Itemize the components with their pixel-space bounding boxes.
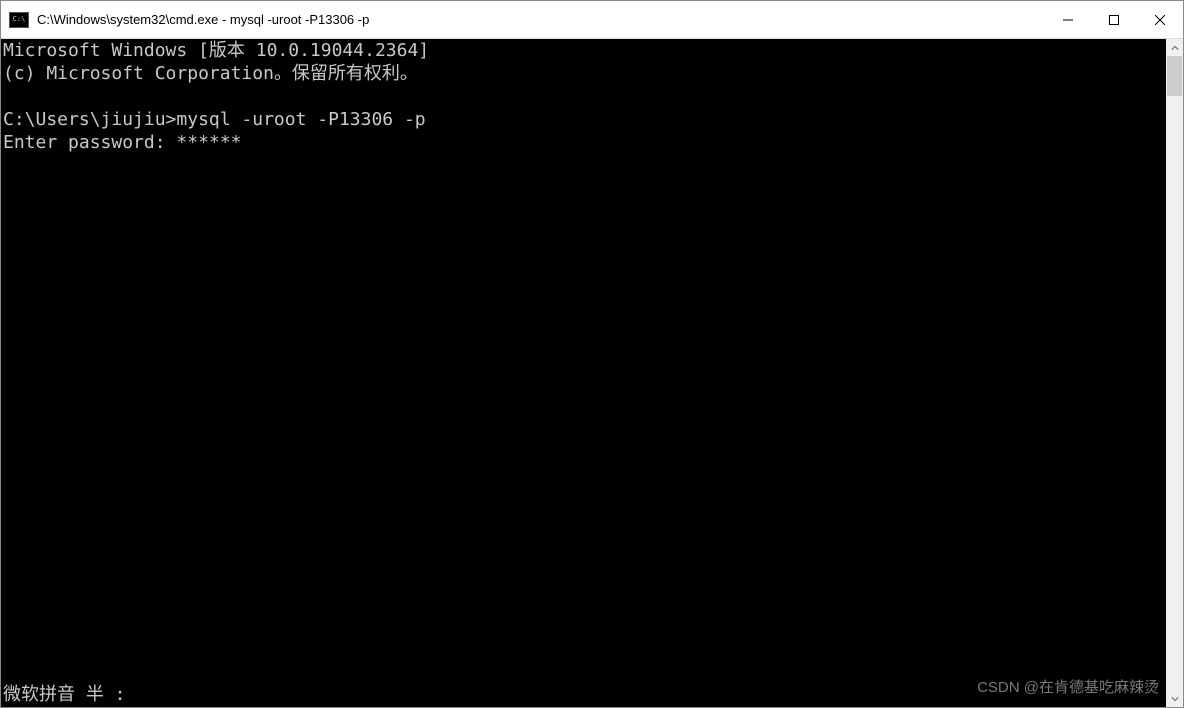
titlebar[interactable]: C:\Windows\system32\cmd.exe - mysql -uro… — [1, 1, 1183, 39]
ime-status-bar: 微软拼音 半 : — [3, 680, 126, 706]
minimize-icon — [1063, 15, 1073, 25]
ime-status-text: 微软拼音 半 : — [3, 684, 126, 705]
vertical-scrollbar[interactable] — [1166, 39, 1183, 707]
password-prompt-line: Enter password: ****** — [3, 132, 241, 153]
terminal-output[interactable]: Microsoft Windows [版本 10.0.19044.2364] (… — [1, 39, 1166, 707]
chevron-up-icon — [1171, 44, 1179, 52]
copyright-line: (c) Microsoft Corporation。保留所有权利。 — [3, 63, 418, 84]
cmd-window: C:\Windows\system32\cmd.exe - mysql -uro… — [0, 0, 1184, 708]
content-area: Microsoft Windows [版本 10.0.19044.2364] (… — [1, 39, 1183, 707]
minimize-button[interactable] — [1045, 1, 1091, 38]
cmd-icon — [9, 12, 29, 28]
close-button[interactable] — [1137, 1, 1183, 38]
scroll-up-button[interactable] — [1166, 39, 1183, 56]
scroll-thumb[interactable] — [1167, 56, 1182, 96]
window-controls — [1045, 1, 1183, 38]
command-prompt-line: C:\Users\jiujiu>mysql -uroot -P13306 -p — [3, 109, 426, 130]
maximize-icon — [1109, 15, 1119, 25]
close-icon — [1155, 15, 1165, 25]
version-line: Microsoft Windows [版本 10.0.19044.2364] — [3, 40, 429, 61]
chevron-down-icon — [1171, 695, 1179, 703]
window-title: C:\Windows\system32\cmd.exe - mysql -uro… — [37, 12, 369, 27]
maximize-button[interactable] — [1091, 1, 1137, 38]
titlebar-left: C:\Windows\system32\cmd.exe - mysql -uro… — [1, 12, 369, 28]
scroll-down-button[interactable] — [1166, 690, 1183, 707]
